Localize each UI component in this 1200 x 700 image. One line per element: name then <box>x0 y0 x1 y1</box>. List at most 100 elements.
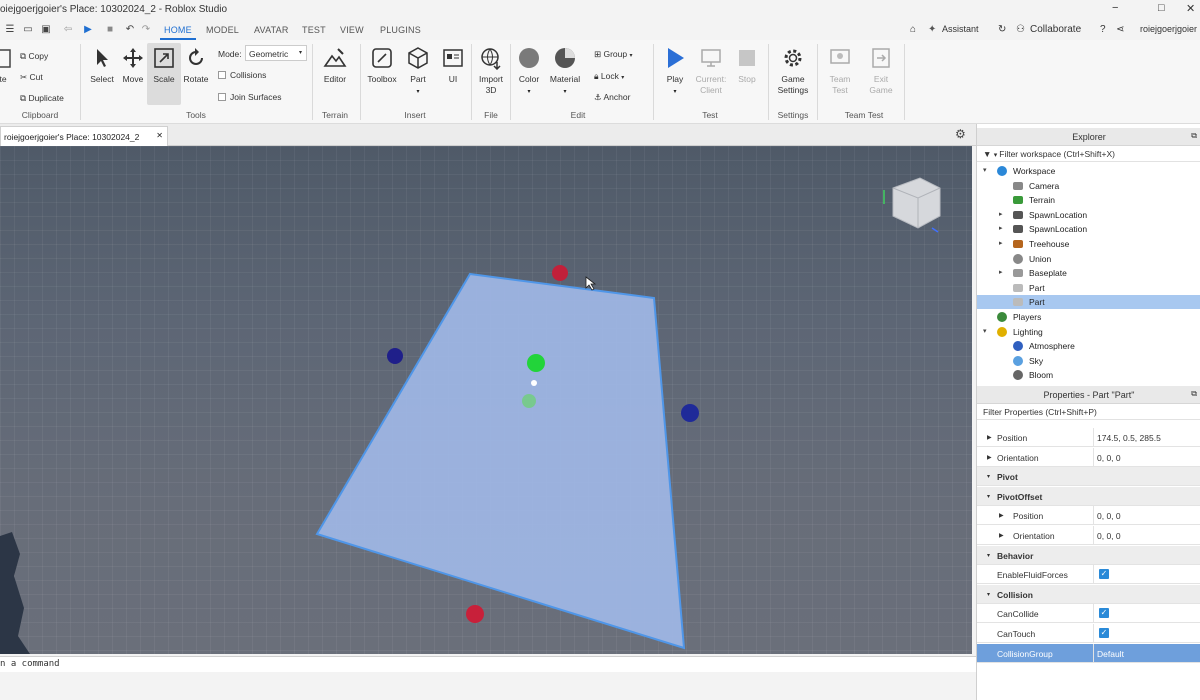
play-button[interactable]: Play ▾ <box>658 46 692 95</box>
explorer-item[interactable]: ▸ Baseplate <box>977 266 1200 280</box>
checkbox-checked-icon[interactable]: ✓ <box>1099 608 1109 619</box>
command-bar[interactable]: n a command <box>0 656 976 672</box>
play-quick-icon[interactable]: ▶ <box>82 24 94 36</box>
property-row[interactable]: ▶ Orientation 0, 0, 0 <box>977 526 1200 545</box>
collapse-arrow-icon[interactable]: ▾ <box>987 473 990 480</box>
explorer-item[interactable]: Sky <box>977 354 1200 368</box>
mode-select[interactable]: Geometric ▾ <box>245 45 307 61</box>
property-row[interactable]: CanCollide ✓ <box>977 604 1200 624</box>
part-button[interactable]: Part ▾ <box>401 46 435 95</box>
checkbox-checked-icon[interactable]: ✓ <box>1099 569 1109 580</box>
explorer-item[interactable]: Terrain <box>977 193 1200 207</box>
explorer-item[interactable]: Atmosphere <box>977 339 1200 353</box>
undo-icon[interactable]: ↶ <box>124 24 136 36</box>
terrain-editor-button[interactable]: Editor <box>318 46 352 85</box>
properties-filter[interactable]: Filter Properties (Ctrl+Shift+P) <box>977 404 1200 420</box>
game-settings-button[interactable]: Game Settings <box>774 46 812 96</box>
collapse-arrow-icon[interactable]: ▸ <box>999 210 1003 218</box>
exit-game-button[interactable]: Exit Game <box>864 46 898 96</box>
assistant-button[interactable]: Assistant <box>942 24 979 34</box>
close-tab-icon[interactable]: ✕ <box>156 131 163 140</box>
property-row[interactable]: ▶ Orientation 0, 0, 0 <box>977 447 1200 467</box>
help-icon[interactable]: ? <box>1100 24 1106 35</box>
current-client-button[interactable]: Current: Client <box>692 46 730 96</box>
collapse-arrow-icon[interactable]: ▾ <box>987 552 990 559</box>
tab-plugins[interactable]: PLUGINS <box>380 25 421 35</box>
view-cube[interactable] <box>883 177 941 233</box>
file-menu-icon[interactable]: ☰ <box>4 24 16 36</box>
explorer-item[interactable]: Camera <box>977 179 1200 193</box>
material-button[interactable]: Material ▾ <box>546 46 584 95</box>
explorer-item[interactable]: ▸ SpawnLocation <box>977 208 1200 222</box>
undo-history-icon[interactable]: ⇦ <box>62 24 74 36</box>
settings-gear-icon[interactable]: ⚙ <box>955 127 966 141</box>
move-tool[interactable]: Move <box>116 46 150 85</box>
explorer-item[interactable]: ▸ Treehouse <box>977 237 1200 251</box>
3d-viewport[interactable] <box>0 146 972 654</box>
explorer-item[interactable]: ▸ SpawnLocation <box>977 222 1200 236</box>
expand-arrow-icon[interactable]: ▾ <box>983 166 987 174</box>
collapse-arrow-icon[interactable]: ▸ <box>999 239 1003 247</box>
expand-arrow-icon[interactable]: ▶ <box>999 512 1004 519</box>
close-button[interactable]: ✕ <box>1186 2 1195 15</box>
document-tab[interactable]: roiejgoerjgoier's Place: 10302024_2 ✕ <box>0 126 168 146</box>
join-surfaces-toggle[interactable]: Join Surfaces <box>218 92 282 102</box>
scale-handle-green-bottom[interactable] <box>522 394 536 408</box>
select-tool[interactable]: Select <box>85 46 119 85</box>
team-test-button[interactable]: Team Test <box>823 46 857 96</box>
group-button[interactable]: ⊞ Group ▾ <box>594 49 633 60</box>
expand-arrow-icon[interactable]: ▾ <box>983 327 987 335</box>
property-row[interactable]: EnableFluidForces ✓ <box>977 565 1200 585</box>
tab-view[interactable]: VIEW <box>340 25 364 35</box>
explorer-item[interactable]: Players <box>977 310 1200 324</box>
property-row[interactable]: CanTouch ✓ <box>977 624 1200 643</box>
property-category[interactable]: ▾ PivotOffset <box>977 486 1200 506</box>
tab-test[interactable]: TEST <box>302 25 326 35</box>
undock-icon[interactable]: ⧉ <box>1191 131 1197 141</box>
scale-handle-blue-right[interactable] <box>681 404 699 422</box>
duplicate-button[interactable]: ⧉ Duplicate <box>20 93 64 104</box>
undock-icon[interactable]: ⧉ <box>1191 389 1197 399</box>
cut-button[interactable]: ✂ Cut <box>20 72 43 83</box>
scale-handle-green-top[interactable] <box>527 354 545 372</box>
collapse-arrow-icon[interactable]: ▾ <box>987 591 990 598</box>
collaborate-icon[interactable]: ⚇ <box>1016 24 1025 35</box>
scale-handle-blue-left[interactable] <box>387 348 403 364</box>
new-file-icon[interactable]: ▭ <box>22 24 34 36</box>
import-3d-button[interactable]: Import 3D <box>474 46 508 96</box>
property-value[interactable]: Default <box>1097 649 1124 659</box>
toolbox-button[interactable]: Toolbox <box>365 46 399 85</box>
explorer-item[interactable]: Union <box>977 252 1200 266</box>
home-icon[interactable]: ⌂ <box>910 24 916 35</box>
explorer-item[interactable]: ▾ Lighting <box>977 325 1200 339</box>
scale-handle-red-bottom[interactable] <box>466 605 484 623</box>
collapse-arrow-icon[interactable]: ▸ <box>999 268 1003 276</box>
tab-model[interactable]: MODEL <box>206 25 239 35</box>
expand-arrow-icon[interactable]: ▾ <box>987 493 990 500</box>
minimize-button[interactable]: − <box>1112 2 1118 14</box>
stop-quick-icon[interactable]: ■ <box>104 24 116 36</box>
expand-arrow-icon[interactable]: ▶ <box>999 532 1004 539</box>
refresh-icon[interactable]: ↻ <box>998 24 1006 35</box>
explorer-item[interactable]: ▾ Workspace <box>977 164 1200 178</box>
share-icon[interactable]: ⋖ <box>1116 24 1124 35</box>
property-row[interactable]: ▶ Position 174.5, 0.5, 285.5 <box>977 428 1200 447</box>
explorer-filter[interactable]: ▼ ▾ Filter workspace (Ctrl+Shift+X) <box>977 146 1200 162</box>
expand-arrow-icon[interactable]: ▶ <box>987 434 992 441</box>
maximize-button[interactable]: □ <box>1158 2 1165 14</box>
explorer-item[interactable]: Part <box>977 281 1200 295</box>
property-category[interactable]: ▾ Behavior <box>977 545 1200 565</box>
save-icon[interactable]: ▣ <box>40 24 52 36</box>
property-value[interactable]: 0, 0, 0 <box>1097 453 1121 463</box>
expand-arrow-icon[interactable]: ▶ <box>987 454 992 461</box>
collisions-toggle[interactable]: Collisions <box>218 70 266 80</box>
scale-handle-red-top[interactable] <box>552 265 568 281</box>
collaborate-button[interactable]: Collaborate <box>1030 24 1081 35</box>
property-row[interactable]: CollisionGroup Default <box>977 643 1200 663</box>
property-category[interactable]: ▾ Pivot <box>977 467 1200 487</box>
explorer-item[interactable]: Part <box>977 295 1200 310</box>
property-row[interactable]: ▶ Position 0, 0, 0 <box>977 506 1200 526</box>
property-value[interactable]: 174.5, 0.5, 285.5 <box>1097 433 1161 443</box>
ui-button[interactable]: UI <box>436 46 470 85</box>
rotate-tool[interactable]: Rotate <box>179 46 213 85</box>
